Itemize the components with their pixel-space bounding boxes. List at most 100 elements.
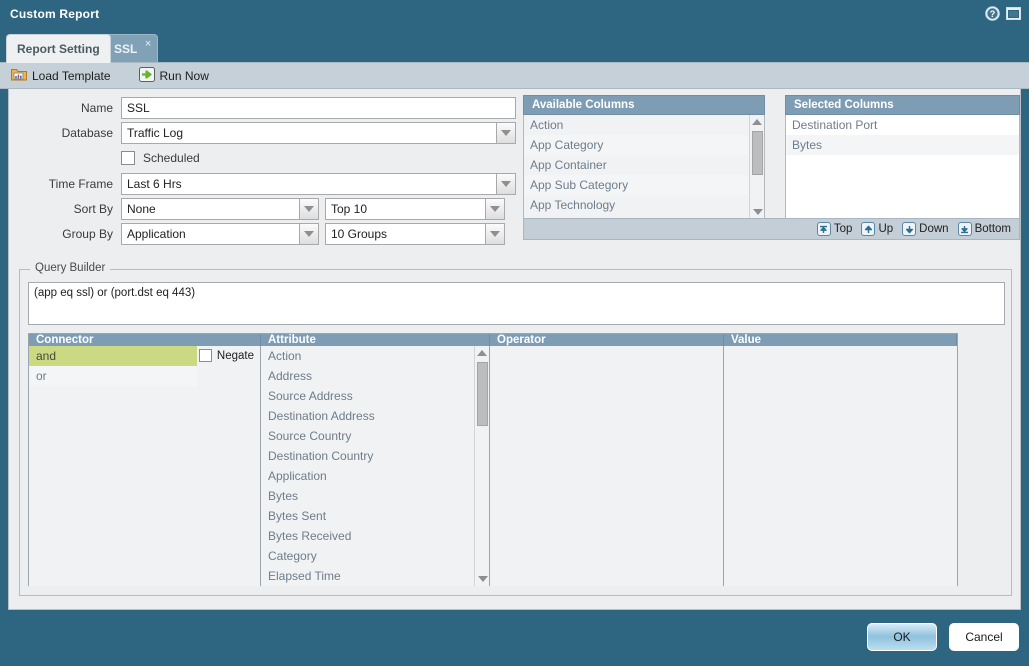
move-up-label: Up (878, 223, 893, 235)
list-item[interactable]: and (29, 346, 197, 366)
column-order-bar: Top Up Down Bottom (523, 218, 1020, 240)
chevron-down-icon[interactable] (485, 199, 504, 219)
list-item[interactable]: Destination Country (261, 446, 489, 466)
run-now-label: Run Now (160, 69, 209, 83)
report-form: Name SSL Database Traffic Log Scheduled … (9, 95, 521, 245)
query-builder-legend: Query Builder (30, 262, 110, 274)
move-down-label: Down (919, 223, 948, 235)
window-restore-icon[interactable] (1006, 6, 1021, 24)
scroll-up-icon[interactable] (750, 115, 764, 129)
column-header-attribute: Attribute (261, 334, 490, 346)
move-top-button[interactable]: Top (817, 222, 853, 236)
group-by-select[interactable]: Application (121, 223, 319, 245)
list-item[interactable]: Elapsed Time (261, 566, 489, 586)
scrollbar-thumb[interactable] (752, 131, 763, 175)
list-item[interactable]: Address (261, 366, 489, 386)
chevron-down-icon[interactable] (496, 174, 515, 194)
move-up-button[interactable]: Up (861, 222, 893, 236)
help-circle-icon[interactable]: ? (985, 6, 1000, 24)
database-select[interactable]: Traffic Log (121, 122, 516, 144)
query-condition-table: Connector Attribute Operator Value and o… (28, 333, 958, 586)
available-columns-panel: Available Columns Action App Category Ap… (523, 95, 765, 220)
close-icon[interactable]: × (145, 38, 151, 50)
sort-by-count-select[interactable]: Top 10 (325, 198, 505, 220)
database-value: Traffic Log (122, 123, 496, 143)
move-top-icon (817, 222, 831, 236)
sort-by-select[interactable]: None (121, 198, 319, 220)
column-header-connector: Connector (29, 334, 261, 346)
list-item[interactable]: or (29, 366, 197, 386)
list-item[interactable]: Source Address (261, 386, 489, 406)
list-item[interactable]: App Sub Category (524, 175, 764, 195)
move-up-icon (861, 222, 875, 236)
field-row-time-frame: Time Frame Last 6 Hrs (9, 173, 516, 195)
negate-checkbox[interactable] (199, 349, 212, 362)
custom-report-dialog: Custom Report ? Report Setting SSL (0, 0, 1029, 666)
available-columns-list[interactable]: Action App Category App Container App Su… (523, 115, 765, 220)
column-header-value: Value (724, 334, 957, 346)
field-row-group-by: Group By Application 10 Groups (9, 223, 505, 245)
tab-report-setting-label: Report Setting (17, 42, 100, 56)
selected-columns-list[interactable]: Destination Port Bytes (785, 115, 1020, 220)
move-down-button[interactable]: Down (902, 222, 948, 236)
time-frame-select[interactable]: Last 6 Hrs (121, 173, 516, 195)
field-row-scheduled: Scheduled (9, 147, 200, 169)
name-label: Name (9, 101, 121, 115)
chevron-down-icon[interactable] (496, 123, 515, 143)
green-arrow-right-icon (139, 67, 155, 85)
scroll-down-icon[interactable] (750, 205, 765, 219)
title-bar-icons: ? (985, 6, 1021, 24)
load-template-label: Load Template (32, 69, 111, 83)
list-item[interactable]: Destination Address (261, 406, 489, 426)
database-label: Database (9, 126, 121, 140)
move-bottom-button[interactable]: Bottom (958, 222, 1011, 236)
tab-ssl-label: SSL (114, 42, 137, 56)
scroll-down-icon[interactable] (475, 572, 490, 586)
list-item[interactable]: Bytes (786, 135, 1019, 155)
column-header-operator: Operator (490, 334, 724, 346)
chevron-down-icon[interactable] (485, 224, 504, 244)
group-by-count-select[interactable]: 10 Groups (325, 223, 505, 245)
list-item[interactable]: App Technology (524, 195, 764, 215)
list-item[interactable]: Category (261, 546, 489, 566)
scrollbar-thumb[interactable] (477, 362, 488, 426)
tab-ssl[interactable]: SSL × (103, 34, 158, 62)
negate-label: Negate (217, 350, 254, 362)
list-item[interactable]: Action (524, 115, 764, 135)
list-item[interactable]: Bytes Received (261, 526, 489, 546)
list-item[interactable]: Application (261, 466, 489, 486)
name-input[interactable]: SSL (121, 97, 516, 119)
scroll-up-icon[interactable] (475, 346, 489, 360)
sort-by-count-value: Top 10 (326, 199, 485, 219)
query-table-body: and or Negate Action Address Source Addr… (29, 346, 957, 586)
value-column[interactable] (724, 346, 957, 586)
move-down-icon (902, 222, 916, 236)
attribute-scrollbar[interactable] (474, 346, 489, 586)
list-item[interactable]: Destination Port (786, 115, 1019, 135)
scheduled-label: Scheduled (143, 151, 200, 165)
operator-column[interactable] (490, 346, 724, 586)
scheduled-checkbox[interactable] (121, 151, 135, 165)
cancel-button[interactable]: Cancel (949, 623, 1019, 651)
list-item[interactable]: Action (261, 346, 489, 366)
run-now-button[interactable]: Run Now (136, 66, 212, 86)
chevron-down-icon[interactable] (299, 199, 318, 219)
ok-button[interactable]: OK (867, 623, 937, 651)
load-template-button[interactable]: Load Template (8, 66, 114, 85)
chevron-down-icon[interactable] (299, 224, 318, 244)
field-row-name: Name SSL (9, 97, 516, 119)
tab-report-setting[interactable]: Report Setting (6, 34, 111, 63)
time-frame-value: Last 6 Hrs (122, 174, 496, 194)
connector-column[interactable]: and or Negate (29, 346, 261, 586)
query-table-header: Connector Attribute Operator Value (29, 334, 957, 346)
list-item[interactable]: Source Country (261, 426, 489, 446)
move-bottom-label: Bottom (975, 223, 1011, 235)
list-item[interactable]: Bytes (261, 486, 489, 506)
attribute-column[interactable]: Action Address Source Address Destinatio… (261, 346, 490, 586)
group-by-value: Application (122, 224, 299, 244)
list-item[interactable]: Bytes Sent (261, 506, 489, 526)
available-columns-scrollbar[interactable] (749, 115, 764, 219)
list-item[interactable]: App Container (524, 155, 764, 175)
query-expression-input[interactable]: (app eq ssl) or (port.dst eq 443) (28, 282, 1005, 325)
list-item[interactable]: App Category (524, 135, 764, 155)
